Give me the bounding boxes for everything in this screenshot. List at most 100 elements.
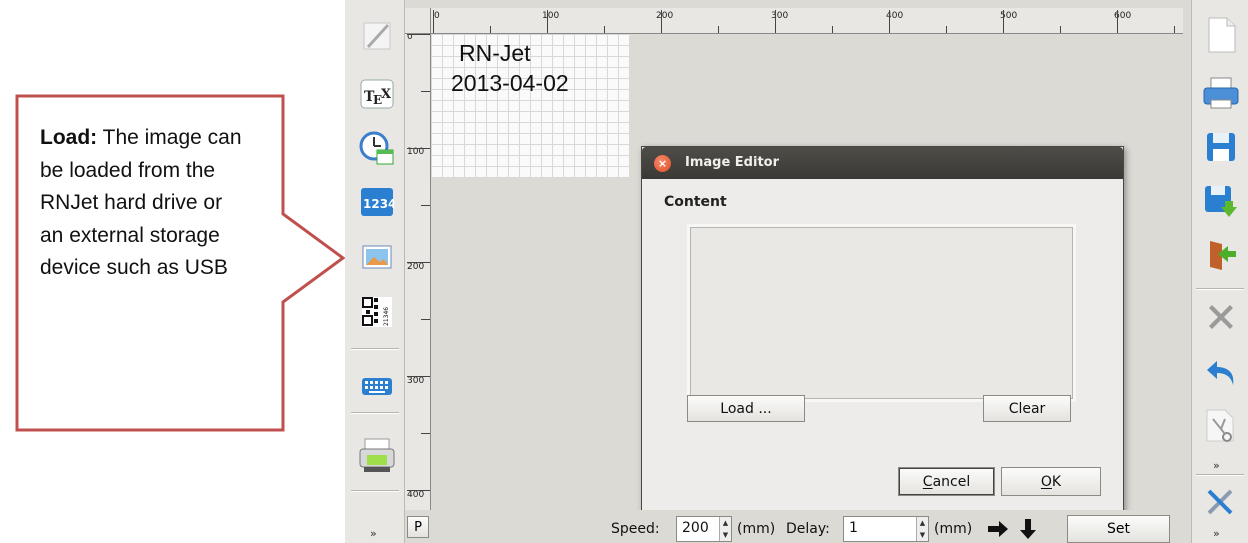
ruler-tick bbox=[604, 26, 605, 33]
ruler-tick bbox=[421, 91, 430, 92]
p-button[interactable]: P bbox=[407, 516, 429, 538]
ruler-tick bbox=[832, 26, 833, 33]
label-canvas[interactable]: RN-Jet 2013-04-02 × Image Editor Content… bbox=[431, 34, 1183, 510]
ruler-tick bbox=[407, 148, 430, 149]
ruler-tick bbox=[407, 34, 430, 35]
toolbar-separator bbox=[1196, 474, 1244, 476]
canvas-text-rnjet[interactable]: RN-Jet bbox=[459, 40, 531, 67]
ruler-tick bbox=[547, 10, 548, 33]
pencil-icon bbox=[363, 22, 391, 50]
more-tools-icon[interactable]: » bbox=[1213, 527, 1220, 540]
cancel-mnemonic: C bbox=[922, 473, 933, 490]
undo-button[interactable] bbox=[1200, 352, 1242, 394]
direction-down-button[interactable] bbox=[1015, 516, 1041, 542]
speed-value: 200 bbox=[682, 520, 709, 536]
spin-arrows-icon[interactable]: ▲ ▼ bbox=[719, 517, 731, 541]
counter-tool-button[interactable]: 1234 bbox=[357, 182, 397, 222]
exit-button[interactable] bbox=[1200, 234, 1242, 276]
more-tools-icon[interactable]: » bbox=[1213, 459, 1220, 472]
dialog-title: Image Editor bbox=[685, 155, 780, 170]
barcode-tool-button[interactable]: 21346 bbox=[357, 292, 397, 332]
counter-icon: 1234 bbox=[361, 188, 394, 216]
toolbar-separator bbox=[351, 412, 399, 414]
new-file-icon bbox=[1208, 17, 1236, 53]
ruler-label: 200 bbox=[407, 262, 425, 272]
dialog-titlebar: × Image Editor bbox=[642, 147, 1123, 179]
ruler-tick bbox=[421, 319, 430, 320]
ok-mnemonic: O bbox=[1040, 473, 1052, 490]
tex-tool-button[interactable]: T E X bbox=[357, 74, 397, 114]
ruler-tick bbox=[661, 10, 662, 33]
cut-button[interactable] bbox=[1200, 406, 1242, 448]
ruler-tick bbox=[1003, 10, 1004, 33]
ok-button[interactable]: OK bbox=[1001, 467, 1101, 496]
datetime-tool-button[interactable] bbox=[357, 128, 397, 168]
callout-text: Load: The image can be loaded from the R… bbox=[40, 122, 250, 285]
svg-text:1234: 1234 bbox=[363, 197, 394, 211]
save-button[interactable] bbox=[1200, 126, 1242, 168]
delay-unit: (mm) bbox=[934, 521, 973, 537]
vertical-ruler: 0 100 200 300 400 bbox=[405, 34, 431, 510]
image-editor-dialog: × Image Editor Content Load ... Clear Ca… bbox=[641, 146, 1124, 510]
ruler-tick bbox=[1060, 26, 1061, 33]
tex-icon: T E X bbox=[360, 79, 394, 109]
horizontal-ruler: 0 100 200 300 400 500 600 bbox=[431, 8, 1183, 34]
set-button[interactable]: Set bbox=[1067, 515, 1170, 543]
close-icon[interactable]: × bbox=[654, 155, 671, 172]
ruler-tick bbox=[775, 10, 776, 33]
ruler-tick bbox=[407, 376, 430, 377]
speed-unit: (mm) bbox=[737, 521, 776, 537]
settings-button[interactable] bbox=[1200, 480, 1242, 522]
ruler-tick bbox=[421, 205, 430, 206]
delay-spinbox[interactable]: 1 ▲ ▼ bbox=[843, 516, 929, 542]
ruler-tick bbox=[718, 26, 719, 33]
delay-value: 1 bbox=[849, 520, 858, 536]
ruler-tick bbox=[407, 262, 430, 263]
keyboard-tool-button[interactable] bbox=[357, 366, 397, 406]
load-button[interactable]: Load ... bbox=[687, 395, 805, 422]
callout-annotation: Load: The image can be loaded from the R… bbox=[0, 0, 345, 543]
canvas-text-date[interactable]: 2013-04-02 bbox=[451, 70, 569, 97]
text-tool-button[interactable] bbox=[357, 16, 397, 56]
image-tool-button[interactable] bbox=[357, 238, 397, 278]
x-icon bbox=[1209, 305, 1233, 329]
undo-icon bbox=[1207, 361, 1234, 385]
ruler-tick bbox=[490, 26, 491, 33]
left-toolbar: T E X 1234 21346 » bbox=[345, 0, 405, 543]
more-tools-icon[interactable]: » bbox=[370, 527, 377, 540]
keyboard-icon bbox=[362, 378, 392, 395]
floppy-arrow-icon bbox=[1205, 186, 1237, 217]
ok-label-rest: K bbox=[1051, 473, 1062, 490]
ruler-label: 400 bbox=[407, 490, 425, 500]
rnjet-editor-window: T E X 1234 21346 » 0 100 200 300 400 500… bbox=[345, 0, 1248, 543]
ruler-tick bbox=[946, 26, 947, 33]
ruler-tick bbox=[1174, 26, 1175, 33]
floppy-icon bbox=[1207, 133, 1235, 161]
ruler-tick bbox=[421, 433, 430, 434]
clear-button[interactable]: Clear bbox=[983, 395, 1071, 422]
print-button[interactable] bbox=[1200, 72, 1242, 114]
save-as-button[interactable] bbox=[1200, 180, 1242, 222]
svg-text:X: X bbox=[381, 87, 392, 102]
ruler-tick bbox=[889, 10, 890, 33]
content-label: Content bbox=[664, 194, 727, 210]
direction-right-button[interactable] bbox=[985, 516, 1011, 542]
toolbar-separator bbox=[351, 348, 399, 350]
new-button[interactable] bbox=[1200, 14, 1242, 56]
clock-calendar-icon bbox=[359, 131, 394, 165]
delete-button[interactable] bbox=[1200, 296, 1242, 338]
callout-bold-label: Load: bbox=[40, 126, 98, 149]
printer-icon bbox=[359, 438, 395, 472]
cancel-button[interactable]: Cancel bbox=[898, 467, 995, 496]
ruler-label: 300 bbox=[771, 11, 789, 21]
speed-spinbox[interactable]: 200 ▲ ▼ bbox=[676, 516, 732, 542]
print-tool-button[interactable] bbox=[357, 436, 397, 476]
ruler-tick bbox=[407, 490, 430, 491]
delay-label: Delay: bbox=[786, 521, 830, 537]
spin-arrows-icon[interactable]: ▲ ▼ bbox=[916, 517, 928, 541]
ruler-label: 200 bbox=[656, 11, 674, 21]
toolbar-separator bbox=[351, 490, 399, 492]
qr-code-icon: 21346 bbox=[362, 297, 392, 327]
cancel-label-rest: ancel bbox=[932, 473, 971, 490]
arrow-right-icon bbox=[988, 521, 1008, 537]
